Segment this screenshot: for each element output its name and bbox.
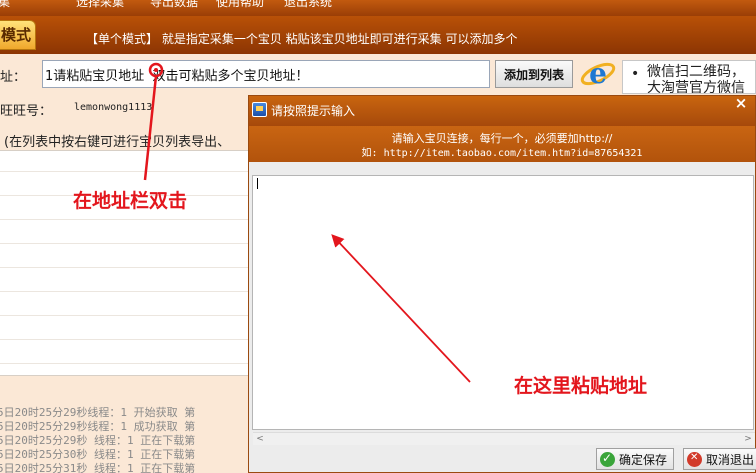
list-gridline bbox=[0, 363, 248, 364]
mode-bar: 模式 【单个模式】 就是指定采集一个宝贝 粘贴该宝贝地址即可进行采集 可以添加多… bbox=[0, 16, 756, 54]
ie-browser-icon[interactable]: e bbox=[580, 57, 616, 91]
horizontal-scrollbar[interactable]: < > bbox=[253, 432, 755, 445]
dialog-title: 请按照提示输入 bbox=[271, 104, 356, 118]
wechat-line-2: 大淘营官方微信 bbox=[647, 80, 745, 94]
item-list[interactable] bbox=[0, 150, 248, 376]
annotation-double-click: 在地址栏双击 bbox=[73, 190, 188, 212]
list-gridline bbox=[0, 219, 248, 220]
wechat-line-1: 微信扫二维码， bbox=[647, 64, 745, 80]
bullet-icon: • bbox=[631, 66, 640, 82]
dialog-instructions: 请输入宝贝连接，每行一个，必须要加http:// 如: http://item.… bbox=[249, 126, 755, 162]
log-panel: 5日20时25分29秒线程：1 开始获取 第 5日20时25分29秒线程：1 成… bbox=[0, 400, 248, 473]
input-dialog: 请按照提示输入 × 请输入宝贝连接，每行一个，必须要加http:// 如: ht… bbox=[248, 95, 756, 473]
mode-tab[interactable]: 模式 bbox=[0, 20, 36, 50]
list-hint-text: (在列表中按右键可进行宝贝列表导出、 bbox=[4, 135, 231, 150]
mode-description: 【单个模式】 就是指定采集一个宝贝 粘贴该宝贝地址即可进行采集 可以添加多个 bbox=[86, 32, 518, 46]
instruction-line-2: 如: http://item.taobao.com/item.htm?id=87… bbox=[361, 148, 643, 159]
text-caret bbox=[257, 178, 258, 189]
menu-bar: 采集 选择采集 导出数据 使用帮助 退出系统 bbox=[0, 0, 756, 16]
list-gridline bbox=[0, 315, 248, 316]
svg-text:e: e bbox=[589, 57, 607, 90]
list-gridline bbox=[0, 267, 248, 268]
cancel-button-label: 取消退出 bbox=[706, 452, 755, 467]
cancel-button[interactable]: 取消退出 bbox=[683, 448, 756, 470]
dialog-titlebar[interactable]: 请按照提示输入 × bbox=[249, 96, 755, 126]
annotation-paste-here: 在这里粘贴地址 bbox=[514, 375, 648, 397]
menu-item-select-collect[interactable]: 选择采集 bbox=[76, 0, 124, 10]
wechat-promo-box: • 微信扫二维码， 大淘营官方微信 bbox=[622, 60, 756, 94]
close-icon[interactable]: × bbox=[731, 96, 751, 112]
check-icon bbox=[600, 451, 615, 467]
menu-item-exit[interactable]: 退出系统 bbox=[284, 0, 332, 10]
scroll-right-icon[interactable]: > bbox=[741, 433, 755, 445]
wangwang-label: 旺旺号： bbox=[0, 104, 53, 119]
url-input[interactable] bbox=[42, 60, 490, 88]
log-line: 5日20时25分31秒 线程：1 正在下载第 bbox=[0, 462, 196, 473]
url-textarea[interactable]: < > bbox=[252, 175, 755, 445]
scroll-left-icon[interactable]: < bbox=[253, 433, 267, 445]
list-gridline bbox=[0, 291, 248, 292]
menu-item-collect[interactable]: 采集 bbox=[0, 0, 10, 10]
add-to-list-button[interactable]: 添加到列表 bbox=[495, 60, 573, 88]
menu-item-help[interactable]: 使用帮助 bbox=[216, 0, 264, 10]
app-icon bbox=[252, 102, 267, 117]
url-label: 址： bbox=[0, 70, 27, 85]
list-gridline bbox=[0, 171, 248, 172]
save-button-label: 确定保存 bbox=[619, 452, 668, 467]
save-button[interactable]: 确定保存 bbox=[596, 448, 674, 470]
list-gridline bbox=[0, 339, 248, 340]
cancel-icon bbox=[687, 452, 702, 467]
menu-item-export-data[interactable]: 导出数据 bbox=[150, 0, 198, 10]
wangwang-value: lemonwong1113 bbox=[74, 102, 153, 113]
list-gridline bbox=[0, 243, 248, 244]
